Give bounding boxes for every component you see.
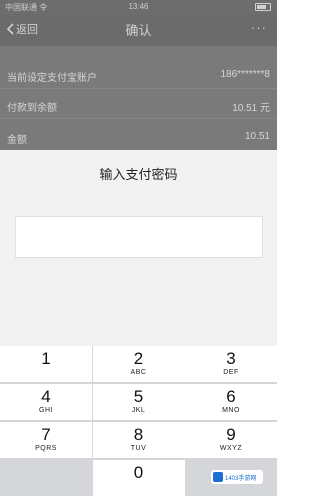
key-number: 3 (226, 349, 236, 368)
info-row-account: 当前设定支付宝账户 186*******8 (0, 60, 277, 89)
key-7[interactable]: 7 PQRS (0, 422, 92, 458)
more-button[interactable]: ··· (251, 20, 267, 35)
info-label: 付款到余额 (7, 103, 57, 114)
password-input[interactable] (15, 216, 263, 258)
watermark-icon (213, 472, 223, 482)
key-number: 7 (41, 425, 51, 444)
key-9[interactable]: 9 WXYZ (185, 422, 277, 458)
key-letters: WXYZ (219, 445, 243, 452)
key-number: 6 (226, 387, 236, 406)
key-letters: TUV (130, 445, 147, 452)
key-0[interactable]: 0 (92, 460, 185, 496)
sheet-title: 输入支付密码 (99, 167, 178, 182)
key-number: 9 (226, 425, 236, 444)
info-label: 金额 (7, 135, 27, 146)
key-letters: MNO (222, 407, 240, 414)
key-letters: GHI (39, 407, 53, 414)
watermark-logo: 1403手游网 (211, 470, 263, 484)
info-row-amount: 金额 10.51 (0, 122, 277, 150)
key-8[interactable]: 8 TUV (92, 422, 185, 458)
key-blank (0, 460, 92, 496)
info-row-method: 付款到余额 10.51 元 (0, 90, 277, 119)
password-sheet: 输入支付密码 1 2 ABC 3 DEF 4 GHI 5 JKL 6 MNO 7 (0, 150, 277, 496)
payment-info: 当前设定支付宝账户 186*******8 付款到余额 10.51 元 金额 1… (0, 46, 277, 150)
status-time: 13:46 (128, 2, 149, 11)
info-value: 10.51 元 (232, 103, 270, 114)
key-number: 8 (133, 425, 144, 444)
key-number: 4 (41, 387, 51, 406)
key-letters: DEF (223, 369, 239, 376)
nav-bar: 返回 确认 ··· (0, 14, 277, 46)
key-5[interactable]: 5 JKL (92, 384, 185, 420)
key-number: 1 (41, 349, 51, 368)
key-2[interactable]: 2 ABC (92, 346, 185, 382)
status-bar: 中国联通 令 13:46 (0, 0, 277, 14)
info-value: 10.51 (244, 131, 270, 142)
info-value: 186*******8 (220, 69, 271, 80)
key-6[interactable]: 6 MNO (185, 384, 277, 420)
key-letters: PQRS (35, 445, 57, 452)
key-letters: JKL (131, 407, 146, 414)
page-title: 确认 (125, 23, 152, 38)
watermark-text: 1403手游网 (225, 475, 257, 482)
key-number: 2 (133, 349, 144, 368)
battery-icon (255, 3, 271, 11)
key-letters: ABC (130, 369, 147, 376)
key-number: 5 (133, 387, 144, 406)
key-4[interactable]: 4 GHI (0, 384, 92, 420)
key-3[interactable]: 3 DEF (185, 346, 277, 382)
info-label: 当前设定支付宝账户 (7, 73, 97, 84)
key-1[interactable]: 1 (0, 346, 92, 382)
key-number: 0 (133, 463, 144, 482)
